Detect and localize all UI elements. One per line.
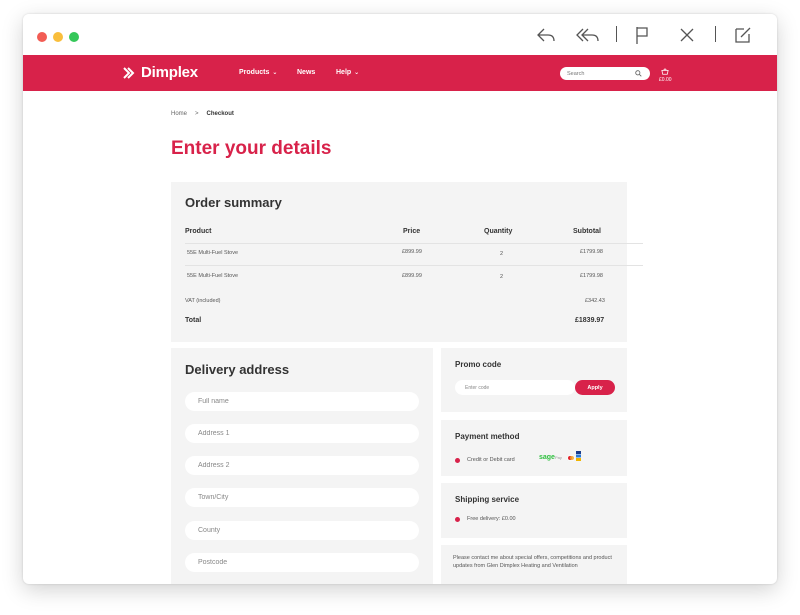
toolbar-separator	[616, 26, 617, 42]
nav-products[interactable]: Products ⌄	[239, 69, 277, 76]
flag-icon[interactable]	[633, 24, 651, 46]
order-summary-panel: Order summary Product Price Quantity Sub…	[171, 182, 643, 342]
visa-icon	[576, 451, 581, 461]
shipping-service-title: Shipping service	[455, 495, 520, 504]
breadcrumb-separator: >	[195, 111, 199, 117]
payment-option-label: Credit or Debit card	[467, 457, 515, 463]
town-city-field-wrap	[185, 488, 419, 507]
row-product: 55E Multi-Fuel Stove	[187, 273, 239, 279]
search-input[interactable]	[567, 70, 635, 77]
promo-code-panel: Promo code Apply	[441, 348, 627, 412]
shipping-option-free[interactable]: Free delivery: £0.00	[455, 516, 516, 522]
site-header: Dimplex Products ⌄ News Help ⌄ £0.00	[23, 55, 777, 91]
window-close-button[interactable]	[37, 32, 47, 42]
row-subtotal: £1799.98	[580, 273, 603, 279]
brand-name: Dimplex	[141, 64, 198, 81]
column-header-quantity: Quantity	[484, 228, 513, 235]
chevron-down-icon: ⌄	[272, 70, 278, 76]
postcode-field-wrap	[185, 553, 419, 572]
browser-window: Dimplex Products ⌄ News Help ⌄ £0.00	[23, 14, 777, 584]
row-quantity: 2	[500, 274, 504, 280]
radio-selected-icon	[455, 457, 460, 463]
breadcrumb-home[interactable]: Home	[171, 111, 187, 117]
row-price: £899.99	[402, 273, 422, 279]
row-subtotal: £1799.98	[580, 249, 603, 255]
dimplex-logo[interactable]: Dimplex	[123, 64, 198, 81]
town-city-field[interactable]	[198, 494, 406, 501]
dimplex-logo-mark-icon	[123, 66, 135, 79]
row-quantity: 2	[500, 251, 504, 257]
compose-icon[interactable]	[733, 24, 753, 46]
row-product: 55E Multi-Fuel Stove	[187, 250, 239, 256]
column-header-product: Product	[185, 228, 212, 235]
reply-icon[interactable]	[535, 24, 557, 46]
reply-all-icon[interactable]	[575, 24, 601, 46]
nav-help[interactable]: Help ⌄	[336, 69, 359, 76]
nav-help-label: Help	[336, 69, 352, 76]
shipping-service-panel: Shipping service Free delivery: £0.00	[441, 483, 627, 538]
sagepay-logo-text: sage	[539, 454, 555, 461]
mastercard-icon	[567, 455, 575, 461]
page-title: Enter your details	[171, 138, 332, 159]
breadcrumb-current: Checkout	[206, 111, 234, 117]
consent-text: Please contact me about special offers, …	[453, 555, 612, 569]
full-name-field[interactable]	[198, 398, 406, 405]
cart-button[interactable]: £0.00	[659, 68, 672, 83]
title-bar	[23, 14, 777, 55]
row-divider	[185, 243, 643, 244]
sagepay-logo-suffix: Pay	[554, 455, 562, 460]
nav-news[interactable]: News	[297, 69, 315, 76]
row-price: £899.99	[402, 249, 422, 255]
toolbar-separator	[715, 26, 716, 42]
shipping-option-label: Free delivery: £0.00	[467, 516, 516, 522]
nav-news-label: News	[297, 69, 316, 76]
apply-button[interactable]: Apply	[575, 380, 615, 395]
address-1-field-wrap	[185, 424, 419, 443]
delivery-address-title: Delivery address	[185, 362, 290, 377]
basket-icon	[661, 68, 669, 75]
column-header-price: Price	[403, 228, 421, 235]
address-2-field[interactable]	[198, 462, 406, 469]
delivery-address-panel: Delivery address	[171, 348, 433, 584]
order-summary-title: Order summary	[185, 195, 282, 210]
payment-method-panel: Payment method Credit or Debit card sage…	[441, 420, 627, 476]
postcode-field[interactable]	[198, 559, 406, 566]
address-1-field[interactable]	[198, 430, 406, 437]
vat-value: £342.43	[585, 298, 605, 304]
row-divider	[185, 265, 643, 266]
total-label: Total	[185, 317, 202, 324]
county-field-wrap	[185, 521, 419, 540]
radio-selected-icon	[455, 516, 460, 522]
close-icon[interactable]	[678, 24, 696, 46]
sagepay-logo: sagePay	[539, 454, 562, 461]
search-box	[560, 67, 650, 80]
breadcrumb: Home > Checkout	[171, 111, 234, 117]
column-header-subtotal: Subtotal	[573, 228, 601, 235]
vat-label: VAT (included)	[185, 298, 221, 304]
window-zoom-button[interactable]	[69, 32, 79, 42]
payment-method-title: Payment method	[455, 432, 520, 441]
window-minimize-button[interactable]	[53, 32, 63, 42]
promo-code-title: Promo code	[455, 360, 502, 369]
chevron-down-icon: ⌄	[354, 70, 360, 76]
address-2-field-wrap	[185, 456, 419, 475]
search-icon[interactable]	[635, 70, 642, 77]
total-value: £1839.97	[575, 317, 605, 324]
cart-total: £0.00	[659, 77, 672, 83]
marketing-consent-panel[interactable]: Please contact me about special offers, …	[441, 545, 627, 584]
card-logos	[567, 451, 581, 461]
promo-code-input-wrap	[455, 380, 575, 395]
county-field[interactable]	[198, 527, 406, 534]
promo-code-input[interactable]	[465, 384, 565, 391]
payment-option-card[interactable]: Credit or Debit card	[455, 457, 515, 463]
full-name-field-wrap	[185, 392, 419, 411]
nav-products-label: Products	[239, 69, 270, 76]
